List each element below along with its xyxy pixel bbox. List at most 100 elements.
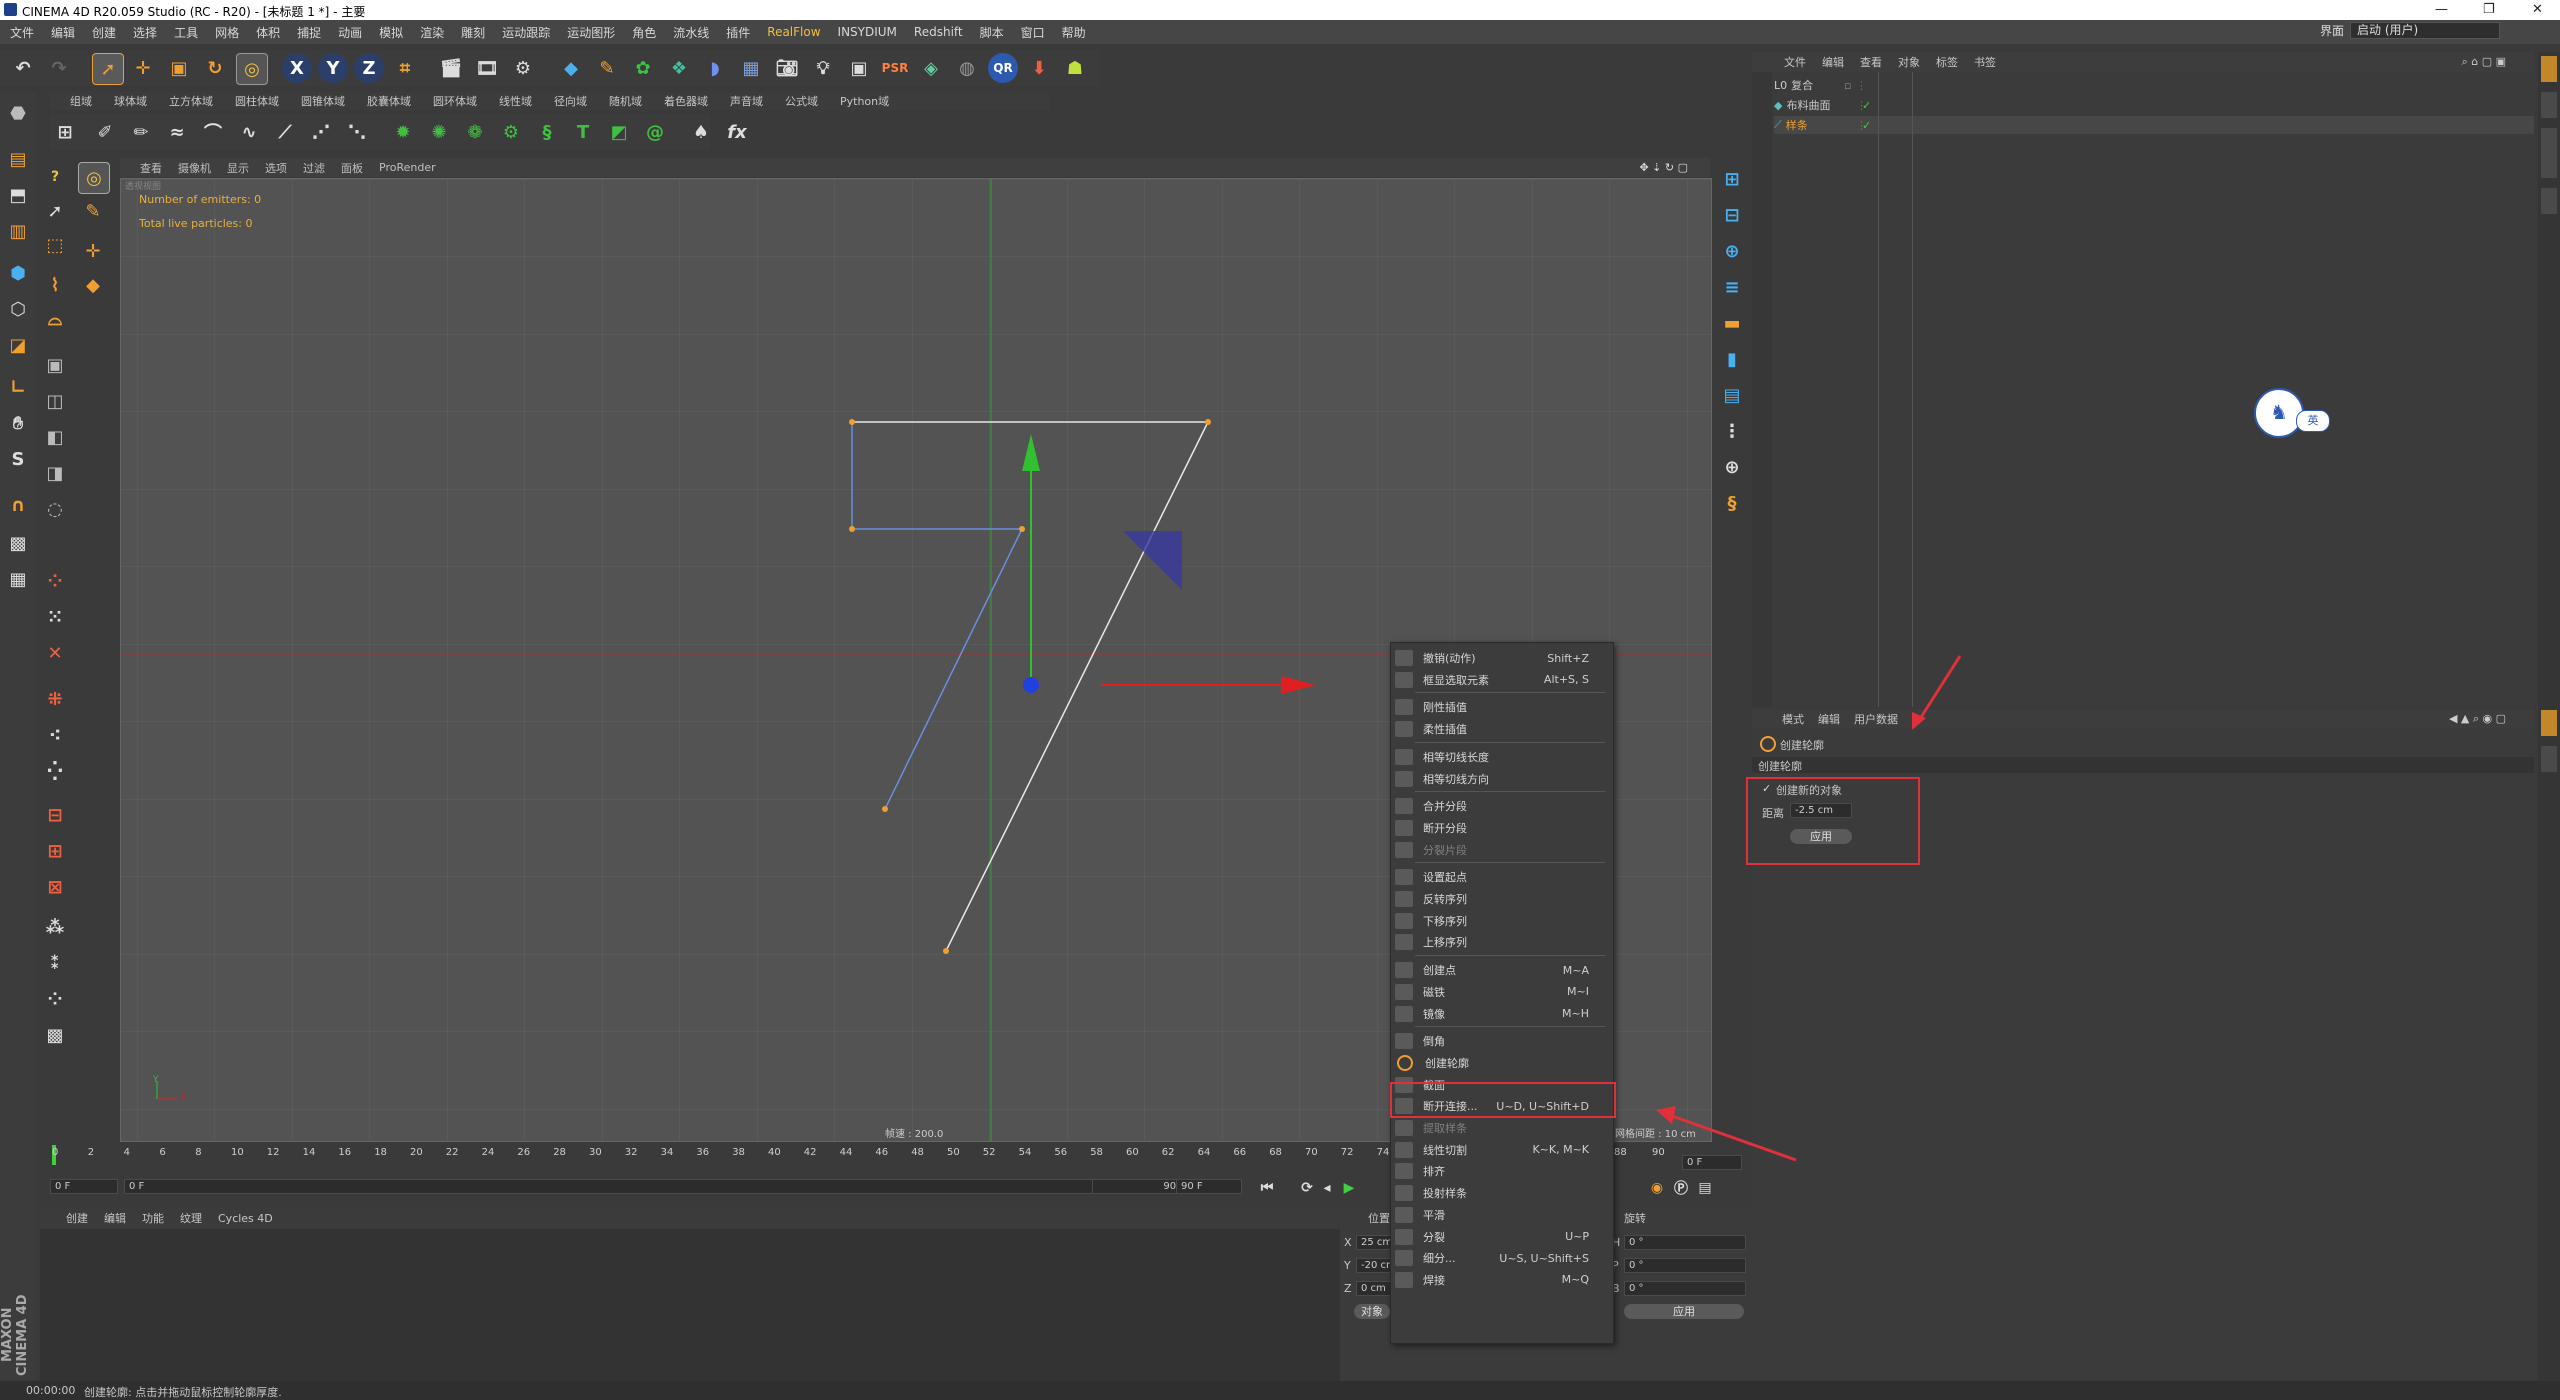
om-menu-view[interactable]: 查看 <box>1860 54 1882 70</box>
menu-edit[interactable]: 编辑 <box>51 24 75 41</box>
menu-mesh[interactable]: 网格 <box>215 24 239 41</box>
om-menu-edit[interactable]: 编辑 <box>1822 54 1844 70</box>
iron-icon[interactable]: ⊟ <box>40 800 70 830</box>
context-menu-item[interactable]: 创建点 M~A <box>1391 959 1613 981</box>
bevel-icon[interactable]: ◫ <box>40 386 70 416</box>
distribute-icon[interactable]: ≡ <box>1717 272 1747 302</box>
spline-arc-icon[interactable]: ⌒ <box>198 117 228 147</box>
object-row-selected[interactable]: ⟋ 样条 ⋮ ✓ <box>1774 116 2534 134</box>
smooth-icon[interactable]: ◌ <box>40 494 70 524</box>
ruler-icon[interactable]: ▬ <box>1717 308 1747 338</box>
menu-insydium[interactable]: INSYDIUM <box>838 25 897 39</box>
material-area[interactable] <box>40 1229 1340 1381</box>
restore-icon[interactable]: ❐ <box>2483 2 2495 17</box>
object-row[interactable]: L0 复合 ⋮ ▫ <box>1774 76 2534 94</box>
qr-icon[interactable]: QR <box>988 53 1018 83</box>
cube-icon[interactable]: ◆ <box>556 53 586 83</box>
extrude-icon[interactable]: ▣ <box>40 350 70 380</box>
mat-menu-create[interactable]: 创建 <box>66 1210 88 1226</box>
menu-sculpt[interactable]: 雕刻 <box>461 24 485 41</box>
render-picture-viewer-icon[interactable]: 🎞︎ <box>472 53 502 83</box>
sketch-icon[interactable]: ✏ <box>126 117 156 147</box>
pose-icon[interactable]: ⁑ <box>40 948 70 978</box>
om-menu-file[interactable]: 文件 <box>1784 54 1806 70</box>
field-sound[interactable]: 声音域 <box>730 93 763 109</box>
field-linear[interactable]: 线性域 <box>499 93 532 109</box>
column-icon[interactable]: ▮ <box>1717 344 1747 374</box>
select-tool-icon[interactable]: ➚ <box>92 53 124 85</box>
deformer-icon[interactable]: ◗ <box>700 53 730 83</box>
spiral-icon[interactable]: @ <box>640 117 670 147</box>
om-menu-tag[interactable]: 标签 <box>1936 54 1958 70</box>
context-menu-item[interactable]: 细分... U~S, U~Shift+S <box>1391 1247 1613 1269</box>
ime-deer-icon[interactable]: ♞ <box>2254 388 2304 438</box>
coords-apply-button[interactable]: 应用 <box>1624 1304 1744 1319</box>
menu-help[interactable]: 帮助 <box>1062 24 1086 41</box>
field-shader[interactable]: 着色器域 <box>664 93 708 109</box>
tab-attributes[interactable] <box>2541 710 2557 736</box>
context-menu-item[interactable]: 创建轮廓 <box>1391 1052 1613 1074</box>
realflow-icon[interactable]: ⬇ <box>1024 53 1054 83</box>
field-capsule[interactable]: 胶囊体域 <box>367 93 411 109</box>
vp-menu-panel[interactable]: 面板 <box>341 160 363 176</box>
menu-render[interactable]: 渲染 <box>420 24 444 41</box>
object-mode-button[interactable]: 对象 <box>1354 1304 1390 1319</box>
create-outline-tool-icon[interactable]: ◎ <box>236 53 268 85</box>
menu-script[interactable]: 脚本 <box>980 24 1004 41</box>
object-name[interactable]: 复合 <box>1791 77 1813 93</box>
end-frame-field[interactable]: 90 F <box>1176 1179 1242 1194</box>
object-mode-icon[interactable]: ▤ <box>3 144 33 174</box>
workplane-lock-icon[interactable]: ▩ <box>3 528 33 558</box>
om-menu-bookmark[interactable]: 书签 <box>1974 54 1996 70</box>
context-menu-item[interactable]: 线性切割 K~K, M~K <box>1391 1139 1613 1161</box>
text-spline-icon[interactable]: T <box>568 117 598 147</box>
context-menu-item[interactable]: 平滑 <box>1391 1204 1613 1226</box>
context-menu-item[interactable]: 撤销(动作) Shift+Z <box>1391 647 1613 669</box>
am-menu-mode[interactable]: 模式 <box>1782 711 1804 727</box>
rot-p-field[interactable]: 0 ° <box>1624 1258 1746 1273</box>
align-icon[interactable]: ⊟ <box>1717 200 1747 230</box>
am-menu-userdata[interactable]: 用户数据 <box>1854 711 1898 727</box>
help-icon[interactable]: ? <box>40 162 70 192</box>
menu-create[interactable]: 创建 <box>92 24 116 41</box>
start-frame-field[interactable]: 0 F <box>50 1179 118 1194</box>
gear-icon[interactable]: ✹ <box>388 117 418 147</box>
floor-icon[interactable]: ▦ <box>736 53 766 83</box>
flower-icon[interactable]: ❁ <box>460 117 490 147</box>
mirror-icon[interactable]: ⁘ <box>40 566 70 596</box>
picture-viewer-icon[interactable]: ▣ <box>844 53 874 83</box>
subdivision-icon[interactable]: ✿ <box>628 53 658 83</box>
field-cylinder[interactable]: 圆柱体域 <box>235 93 279 109</box>
context-menu-item[interactable]: 投射样条 <box>1391 1182 1613 1204</box>
go-start-icon[interactable]: ⏮ <box>1252 1173 1282 1203</box>
tab-takes[interactable] <box>2541 92 2557 118</box>
vectorizer-icon[interactable]: ◩ <box>604 117 634 147</box>
object-name[interactable]: 布料曲面 <box>1786 97 1830 113</box>
add-object-icon[interactable]: ⊕ <box>1717 452 1747 482</box>
workplane-icon[interactable]: ▥ <box>3 216 33 246</box>
y-axis-lock-icon[interactable]: Y <box>318 53 348 83</box>
paint-icon[interactable]: ♠ <box>686 117 716 147</box>
pencil-icon[interactable]: ✎ <box>78 196 108 226</box>
move-small-icon[interactable]: ✛ <box>78 236 108 266</box>
points-mode-icon[interactable]: ⬢ <box>3 258 33 288</box>
snap-magnet-icon[interactable]: ∩ <box>3 490 33 520</box>
star-icon[interactable]: ✺ <box>424 117 454 147</box>
field-sphere[interactable]: 球体域 <box>114 93 147 109</box>
render-settings-icon[interactable]: ⚙ <box>508 53 538 83</box>
context-menu-item[interactable]: 下移序列 <box>1391 910 1613 932</box>
dots2-icon[interactable]: ⁛ <box>40 756 70 786</box>
tweak-icon[interactable]: ✋︎ <box>3 408 33 438</box>
field-random[interactable]: 随机域 <box>609 93 642 109</box>
mat-menu-texture[interactable]: 纹理 <box>180 1210 202 1226</box>
minimize-icon[interactable]: — <box>2435 2 2448 17</box>
vp-menu-filter[interactable]: 过滤 <box>303 160 325 176</box>
grid-icon[interactable]: ▦ <box>3 564 33 594</box>
object-name[interactable]: 样条 <box>1786 117 1808 133</box>
context-menu-item[interactable]: 柔性插值 <box>1391 718 1613 740</box>
psr-icon[interactable]: PSR <box>880 53 910 83</box>
plugin-icon[interactable]: ◈ <box>916 53 946 83</box>
check-icon[interactable]: ✓ <box>1862 119 1871 132</box>
stitch-icon[interactable]: ⁜ <box>40 684 70 714</box>
weld-icon[interactable]: ◧ <box>40 422 70 452</box>
